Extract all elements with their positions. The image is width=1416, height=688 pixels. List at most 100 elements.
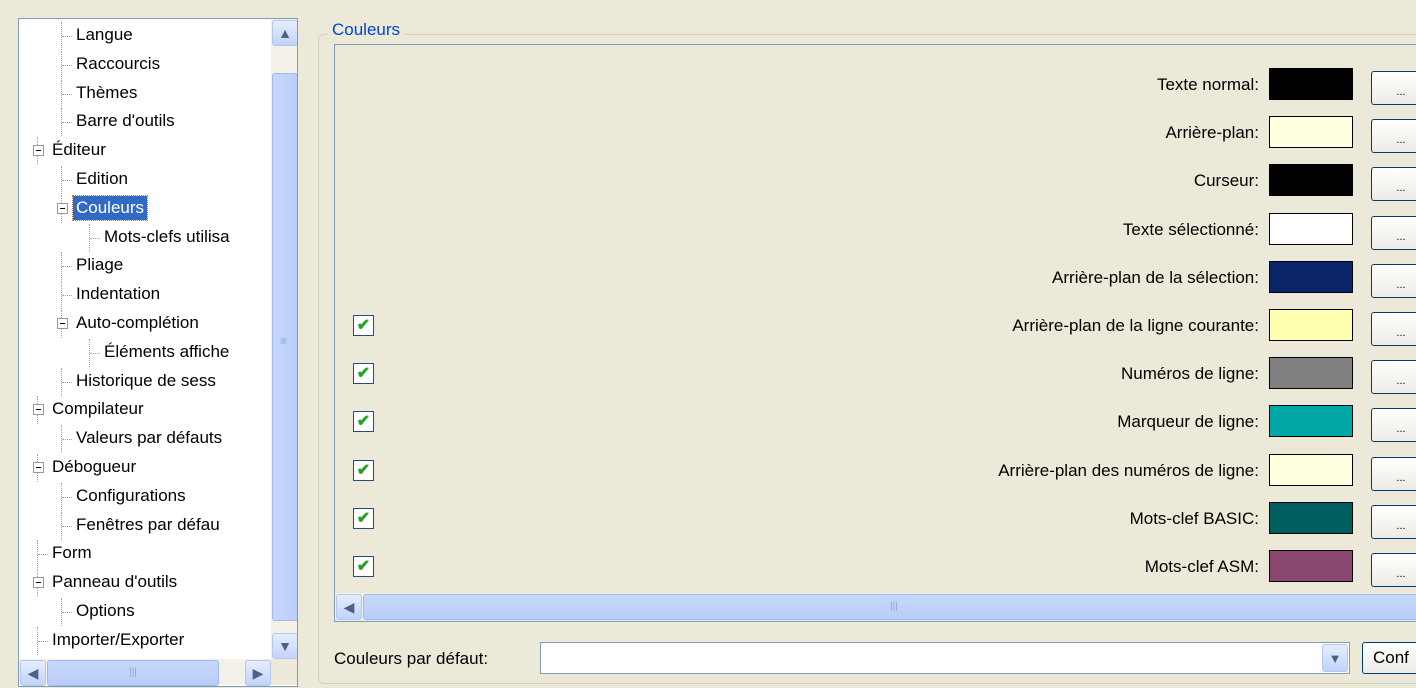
tree-item[interactable]: Fenêtres par défau (19, 511, 271, 540)
tree-item[interactable]: Compilateur (19, 396, 271, 425)
scroll-right-button[interactable]: ▶ (245, 660, 271, 686)
tree-item-label: Raccourcis (76, 53, 161, 73)
tree-connector (62, 612, 72, 613)
enable-checkbox[interactable]: ✔ (353, 363, 374, 385)
tree-item[interactable]: Edition (19, 166, 271, 194)
color-swatch (1269, 357, 1353, 390)
choose-color-button[interactable]: ... (1371, 456, 1416, 491)
collapse-icon[interactable] (33, 462, 44, 473)
tree-item[interactable]: Barre d'outils (19, 108, 271, 137)
tree-item[interactable]: Valeurs par défauts (19, 425, 271, 454)
collapse-icon[interactable] (33, 404, 44, 416)
grip-icon: ≡ (280, 334, 288, 348)
tree-item[interactable]: Configurations (19, 482, 271, 511)
tree-item[interactable]: Débogueur (19, 454, 271, 482)
scroll-left-button[interactable]: ◀ (336, 594, 362, 620)
tree-horizontal-scroll-thumb[interactable]: ||| (47, 660, 219, 686)
chevron-down-icon: ▼ (278, 638, 292, 654)
collapse-icon[interactable] (57, 202, 68, 214)
enable-checkbox[interactable]: ✔ (353, 411, 374, 433)
tree-item[interactable]: Éléments affiche (19, 338, 271, 367)
scroll-up-button[interactable]: ▲ (272, 20, 297, 46)
tree-item[interactable]: Options (19, 598, 271, 626)
tree-body: Langue Raccourcis Thèmes Barre d'outils Édit… (19, 19, 271, 659)
tree-item[interactable]: Couleurs (19, 194, 271, 223)
color-settings-list[interactable]: Texte normal:... Arrière-plan:... Curseur:… (334, 44, 1416, 622)
tree-item[interactable]: Importer/Exporter (19, 626, 271, 655)
enable-checkbox[interactable]: ✔ (353, 507, 374, 529)
collapse-icon[interactable] (33, 577, 44, 589)
choose-color-button[interactable]: ... (1371, 167, 1416, 202)
choose-color-button[interactable]: ... (1371, 360, 1416, 395)
tree-item[interactable]: Indentation (19, 281, 271, 310)
enable-checkbox[interactable]: ✔ (353, 459, 374, 481)
color-label: Texte normal: (1156, 75, 1259, 94)
tree-vertical-scroll-thumb[interactable]: ≡ (272, 73, 297, 621)
default-colors-label: Couleurs par défaut: (334, 649, 489, 668)
choose-color-button[interactable]: ... (1371, 553, 1416, 587)
color-label: Mots-clef BASIC: (1129, 508, 1259, 528)
grip-icon: ||| (129, 667, 137, 678)
tree-item[interactable]: Pliage (19, 252, 271, 281)
scroll-left-button[interactable]: ◀ (20, 660, 46, 686)
tree-item-label: Barre d'outils (76, 111, 175, 131)
tree-connector (62, 122, 72, 124)
tree-item[interactable]: Thèmes (19, 79, 271, 108)
confirm-button[interactable]: Conf (1362, 642, 1416, 674)
scroll-down-button[interactable]: ▼ (272, 633, 297, 659)
enable-checkbox[interactable]: ✔ (353, 315, 374, 336)
choose-color-button[interactable]: ... (1371, 119, 1416, 154)
color-row: ✔ Marqueur de ligne:... (335, 400, 1416, 448)
color-label: Arrière-plan de la sélection: (1052, 267, 1259, 287)
choose-color-button[interactable]: ... (1371, 215, 1416, 250)
color-swatch (1269, 550, 1353, 582)
color-label: Mots-clef ASM: (1144, 557, 1259, 576)
color-label: Marqueur de ligne: (1117, 412, 1259, 432)
tree-item-label: Form (52, 543, 92, 563)
scroll-corner (271, 659, 297, 685)
tree-vertical-scrollbar[interactable]: ▲ ≡ ▼ (271, 19, 297, 659)
collapse-icon[interactable] (33, 145, 44, 157)
tree-item[interactable]: Auto-complétion (19, 310, 271, 338)
tree-item[interactable]: Form (19, 540, 271, 569)
tree-item-label: Indentation (76, 284, 161, 304)
default-colors-select[interactable]: ▼ (540, 642, 1350, 674)
color-list-horizontal-scrollbar[interactable]: ◀ ||| (335, 593, 1416, 620)
grip-icon: ||| (890, 601, 898, 612)
collapse-icon[interactable] (57, 318, 68, 329)
tree-item-label: Importer/Exporter (52, 629, 185, 649)
color-label: Texte sélectionné: (1122, 219, 1259, 239)
tree-connector (62, 180, 72, 181)
choose-color-button[interactable]: ... (1371, 504, 1416, 539)
tree-horizontal-scrollbar[interactable]: ◀ ||| ▶ (19, 659, 271, 686)
tree-item[interactable]: Historique de sess (19, 367, 271, 396)
choose-color-button[interactable]: ... (1371, 312, 1416, 346)
tree-item[interactable]: Éditeur (19, 137, 271, 166)
tree-item[interactable]: Langue (19, 22, 271, 50)
choose-color-button[interactable]: ... (1371, 408, 1416, 443)
tree-item[interactable]: Panneau d'outils (19, 569, 271, 598)
choose-color-button[interactable]: ... (1371, 263, 1416, 298)
color-row: ✔ Arrière-plan des numéros de ligne:... (335, 449, 1416, 497)
tree-connector (62, 36, 72, 37)
settings-tree[interactable]: Langue Raccourcis Thèmes Barre d'outils Édit… (18, 18, 298, 687)
color-row: Texte sélectionné:... (335, 208, 1416, 256)
color-list-scroll-thumb[interactable]: ||| (363, 594, 1416, 620)
color-swatch (1269, 68, 1353, 100)
tree-connector (90, 352, 100, 354)
color-row: Texte normal:... (335, 63, 1416, 111)
color-row: ✔ Mots-clef ASM:... (335, 545, 1416, 593)
tree-item-label: Éditeur (52, 140, 106, 160)
tree-connector (90, 237, 100, 239)
color-row: ✔ Mots-clef BASIC:... (335, 497, 1416, 545)
tree-connector (62, 439, 72, 441)
enable-checkbox[interactable]: ✔ (353, 556, 374, 577)
color-row: ✔ Arrière-plan de la ligne courante:... (335, 304, 1416, 352)
chevron-left-icon: ◀ (343, 599, 355, 615)
tree-item[interactable]: Raccourcis (19, 50, 271, 79)
tree-item-label: Valeurs par défauts (76, 428, 223, 448)
tree-item[interactable]: Mots-clefs utilisa (19, 223, 271, 252)
tree-connector (38, 554, 48, 556)
choose-color-button[interactable]: ... (1371, 71, 1416, 105)
default-colors-dropdown-button[interactable]: ▼ (1322, 644, 1348, 672)
